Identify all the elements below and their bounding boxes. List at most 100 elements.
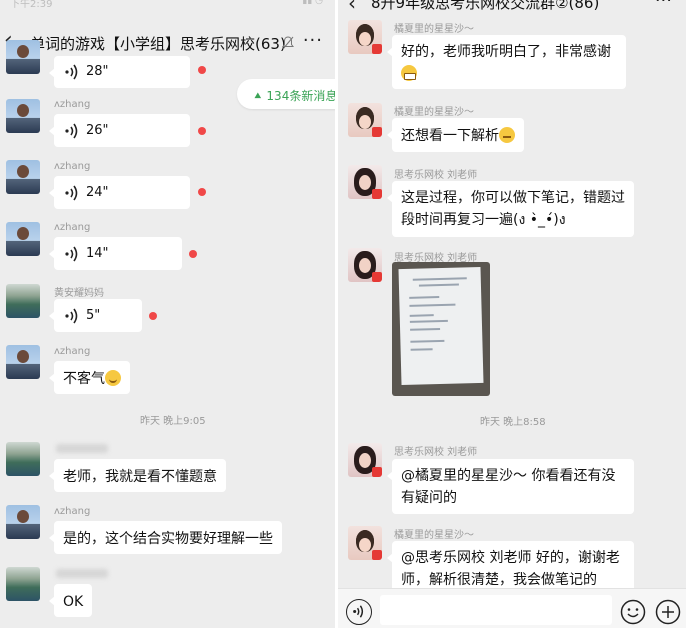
message-text: 不客气 — [63, 371, 105, 387]
new-messages-button[interactable]: ⯅ 134条新消息 — [237, 79, 335, 109]
voice-wave-icon — [65, 308, 78, 323]
sender-name: 橘夏里的星星沙～ — [394, 530, 474, 541]
back-arrow-icon: ‹ — [348, 0, 356, 15]
avatar-badge — [372, 467, 382, 477]
avatar-badge — [372, 272, 382, 282]
more-icon: ··· — [302, 30, 323, 51]
message-text: @橘夏里的星星沙～ 你看看还有没有疑问的 — [401, 468, 616, 506]
avatar[interactable] — [6, 505, 40, 539]
status-time: 下午2:39 — [10, 0, 53, 10]
message-text: @思考乐网校 刘老师 好的，谢谢老师，解析很清楚，我会做笔记的 — [401, 550, 620, 588]
voice-mode-button[interactable] — [346, 599, 372, 625]
avatar[interactable] — [348, 165, 382, 199]
avatar[interactable] — [6, 40, 40, 74]
mute-bell-icon — [282, 36, 294, 50]
sender-name: ʌzhang — [54, 506, 91, 517]
right-chat-pane: ‹ 8升9年级思考乐网校交流群②(86) ··· 橘夏里的星星沙～ 好的，老师我… — [338, 0, 686, 628]
back-button[interactable]: ‹ — [348, 0, 356, 15]
avatar-badge — [372, 550, 382, 560]
sender-name: 思考乐网校 刘老师 — [394, 170, 478, 181]
voice-duration: 28" — [86, 64, 109, 79]
avatar-badge — [372, 189, 382, 199]
text-message[interactable]: @橘夏里的星星沙～ 你看看还有没有疑问的 — [387, 459, 634, 514]
left-title-bar: ‹ 单词的游戏【小学组】思考乐网校(63) ··· — [0, 28, 335, 58]
sender-name: ʌzhang — [54, 161, 91, 172]
grin-emoji-icon — [401, 65, 417, 81]
voice-message[interactable]: 5" — [49, 299, 142, 332]
message-timestamp: 昨天 晚上8:58 — [480, 417, 546, 428]
new-messages-label: 134条新消息 — [266, 89, 335, 103]
sender-name: ʌzhang — [54, 222, 91, 233]
sender-name: 橘夏里的星星沙～ — [394, 24, 474, 35]
message-input[interactable] — [380, 595, 612, 625]
voice-wave-icon — [65, 64, 78, 80]
voice-message[interactable]: 14" — [49, 237, 182, 270]
status-bar: 下午2:39 ▮▮ ◔ — [0, 0, 335, 10]
sender-name: 思考乐网校 刘老师 — [394, 447, 478, 458]
unread-dot — [198, 127, 206, 135]
voice-wave-icon — [65, 123, 78, 138]
left-chat-pane: 下午2:39 ▮▮ ◔ ‹ 单词的游戏【小学组】思考乐网校(63) ··· 28… — [0, 0, 335, 628]
avatar[interactable] — [348, 20, 382, 54]
avatar[interactable] — [6, 160, 40, 194]
signal-icon: ▮▮ ◔ — [302, 0, 323, 6]
sender-name: 橘夏里的星星沙～ — [394, 107, 474, 118]
voice-message[interactable]: 24" — [49, 176, 190, 209]
voice-duration: 5" — [86, 307, 101, 323]
unread-dot — [189, 250, 197, 258]
voice-message[interactable]: 26" — [49, 114, 190, 147]
smile-emoji-icon — [105, 370, 121, 386]
sender-name-blurred — [56, 444, 108, 453]
text-message[interactable]: OK — [48, 584, 93, 617]
text-message[interactable]: 不客气 — [49, 361, 130, 394]
split-screen: 下午2:39 ▮▮ ◔ ‹ 单词的游戏【小学组】思考乐网校(63) ··· 28… — [0, 0, 686, 628]
worksheet-photo — [398, 266, 484, 386]
thinking-emoji-icon — [499, 127, 515, 143]
text-message[interactable]: 老师，我就是看不懂题意 — [49, 459, 226, 492]
message-timestamp: 昨天 晚上9:05 — [140, 416, 206, 427]
message-text: 是的，这个结合实物要好理解一些 — [63, 531, 273, 547]
avatar[interactable] — [348, 248, 382, 282]
more-button[interactable]: ··· — [303, 30, 323, 51]
avatar[interactable] — [348, 443, 382, 477]
text-message[interactable]: 这是过程，你可以做下笔记，错题过段时间再复习一遍(ง •̀_•́)ง — [387, 181, 634, 237]
avatar[interactable] — [6, 222, 40, 256]
sender-name: ʌzhang — [54, 346, 91, 357]
chat-title: 8升9年级思考乐网校交流群②(86) — [371, 0, 600, 12]
more-icon: ··· — [654, 0, 672, 11]
avatar[interactable] — [348, 526, 382, 560]
unread-dot — [198, 66, 206, 74]
unread-dot — [149, 312, 157, 320]
avatar[interactable] — [6, 567, 40, 601]
message-text: 还想看一下解析 — [401, 128, 499, 144]
text-message[interactable]: 还想看一下解析 — [387, 118, 524, 152]
double-up-icon: ⯅ — [253, 89, 267, 103]
voice-mode-icon — [353, 605, 364, 618]
sender-name-blurred — [56, 569, 108, 578]
sender-name: 黄安耀妈妈 — [54, 288, 104, 299]
plus-icon[interactable] — [655, 599, 681, 625]
input-bar — [338, 588, 686, 628]
voice-duration: 14" — [86, 245, 109, 261]
unread-dot — [198, 188, 206, 196]
voice-duration: 24" — [86, 184, 109, 200]
text-message[interactable]: 好的，老师我听明白了，非常感谢 — [387, 35, 626, 89]
message-text: 老师，我就是看不懂题意 — [63, 469, 217, 485]
avatar-badge — [372, 127, 382, 137]
text-message[interactable]: 是的，这个结合实物要好理解一些 — [49, 521, 282, 554]
voice-wave-icon — [65, 246, 78, 261]
image-message[interactable] — [392, 262, 490, 396]
chat-title: 单词的游戏【小学组】思考乐网校(63) — [30, 35, 286, 53]
avatar[interactable] — [6, 442, 40, 476]
avatar[interactable] — [348, 103, 382, 137]
avatar[interactable] — [6, 284, 40, 318]
emoji-icon[interactable] — [620, 599, 646, 625]
avatar[interactable] — [6, 99, 40, 133]
message-text: 这是过程，你可以做下笔记，错题过段时间再复习一遍(ง •̀_•́)ง — [401, 190, 625, 228]
sender-name: ʌzhang — [54, 99, 91, 110]
voice-message[interactable]: 28" — [49, 56, 190, 88]
voice-wave-icon — [65, 185, 78, 200]
avatar[interactable] — [6, 345, 40, 379]
more-button[interactable]: ··· — [655, 0, 672, 11]
message-text: 好的，老师我听明白了，非常感谢 — [401, 44, 611, 60]
